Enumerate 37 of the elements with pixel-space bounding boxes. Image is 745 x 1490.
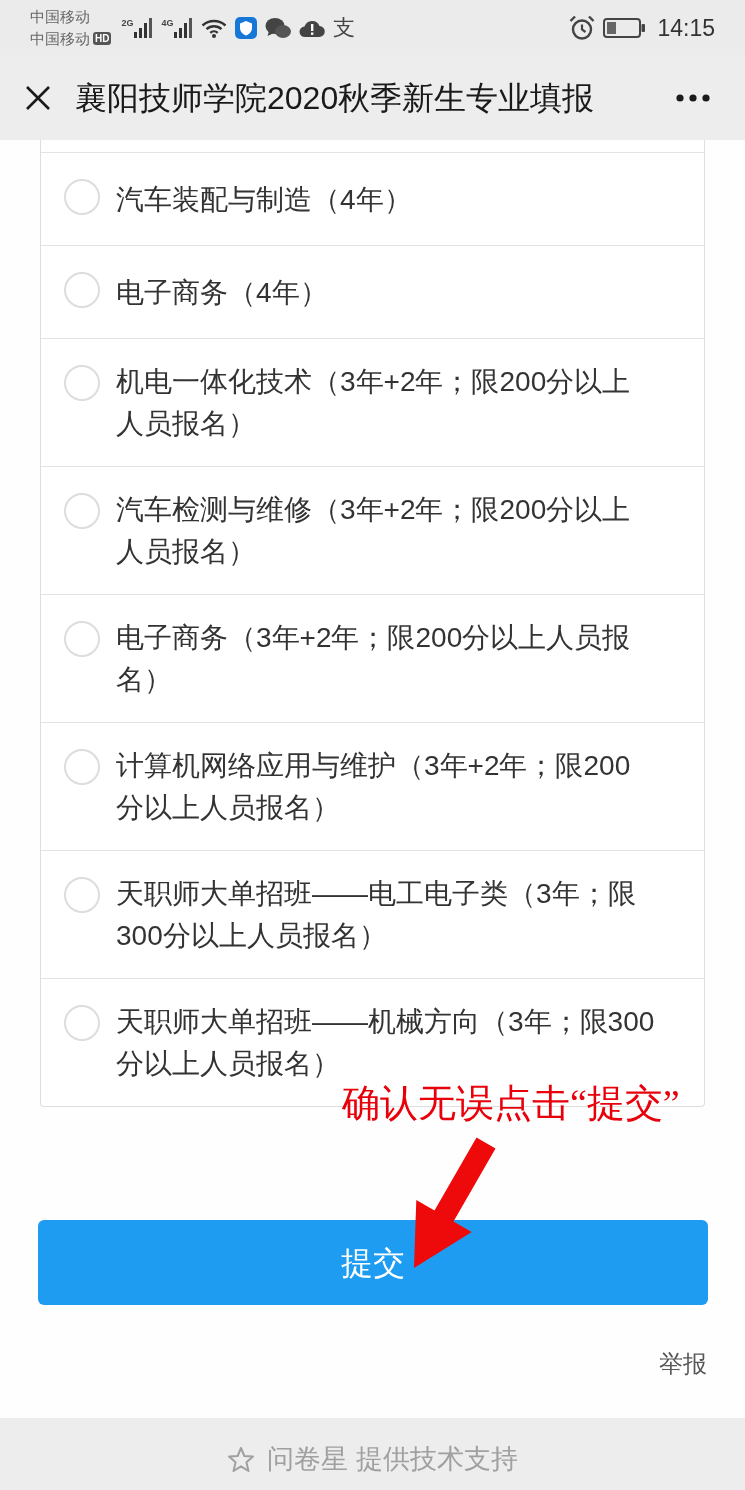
close-icon[interactable] bbox=[25, 84, 51, 111]
network-type-label: 2G bbox=[121, 17, 134, 28]
carrier-label: 中国移动 bbox=[30, 28, 90, 49]
radio-button[interactable] bbox=[64, 272, 100, 308]
option-label[interactable]: 汽车检测与维修（3年+2年；限200分以上人员报名） bbox=[116, 489, 656, 573]
option-label[interactable]: 电子商务（4年） bbox=[116, 271, 656, 314]
option-label[interactable]: 天职师大单招班——电工电子类（3年；限300分以上人员报名） bbox=[116, 873, 656, 957]
alarm-clock-icon bbox=[569, 14, 596, 41]
status-time: 14:15 bbox=[657, 13, 715, 42]
signal-icon bbox=[134, 17, 154, 38]
option-label[interactable]: 汽车装配与制造（4年） bbox=[116, 178, 656, 221]
annotation-text: 确认无误点击“提交” bbox=[342, 1082, 680, 1124]
radio-button[interactable] bbox=[64, 179, 100, 215]
option-label[interactable]: 机电一体化技术（3年+2年；限200分以上人员报名） bbox=[116, 361, 656, 445]
radio-button[interactable] bbox=[64, 1005, 100, 1041]
radio-button[interactable] bbox=[64, 621, 100, 657]
radio-button[interactable] bbox=[64, 365, 100, 401]
carrier-label: 中国移动 bbox=[30, 6, 90, 27]
more-icon[interactable] bbox=[676, 93, 710, 102]
star-icon bbox=[227, 1445, 256, 1473]
notification-glyph: 支 bbox=[333, 14, 356, 41]
option-label[interactable]: 天职师大单招班——机械方向（3年；限300分以上人员报名） bbox=[116, 1001, 656, 1085]
shield-app-icon bbox=[235, 16, 258, 39]
network-badge: HD bbox=[93, 32, 112, 45]
option-label[interactable]: 电子商务（3年+2年；限200分以上人员报名） bbox=[116, 617, 656, 701]
page-title: 襄阳技师学院2020秋季新生专业填报 bbox=[75, 78, 596, 118]
report-link[interactable]: 举报 bbox=[659, 1350, 707, 1378]
wifi-icon bbox=[201, 17, 228, 38]
radio-button[interactable] bbox=[64, 749, 100, 785]
signal-icon bbox=[174, 17, 194, 38]
network-type-label: 4G bbox=[161, 17, 174, 28]
radio-button[interactable] bbox=[64, 877, 100, 913]
chat-bubbles-icon bbox=[265, 16, 292, 39]
radio-button[interactable] bbox=[64, 493, 100, 529]
battery-icon bbox=[603, 17, 646, 38]
option-label[interactable]: 计算机网络应用与维护（3年+2年；限200分以上人员报名） bbox=[116, 745, 656, 829]
footer-credit: 问卷星 提供技术支持 bbox=[267, 1443, 518, 1475]
